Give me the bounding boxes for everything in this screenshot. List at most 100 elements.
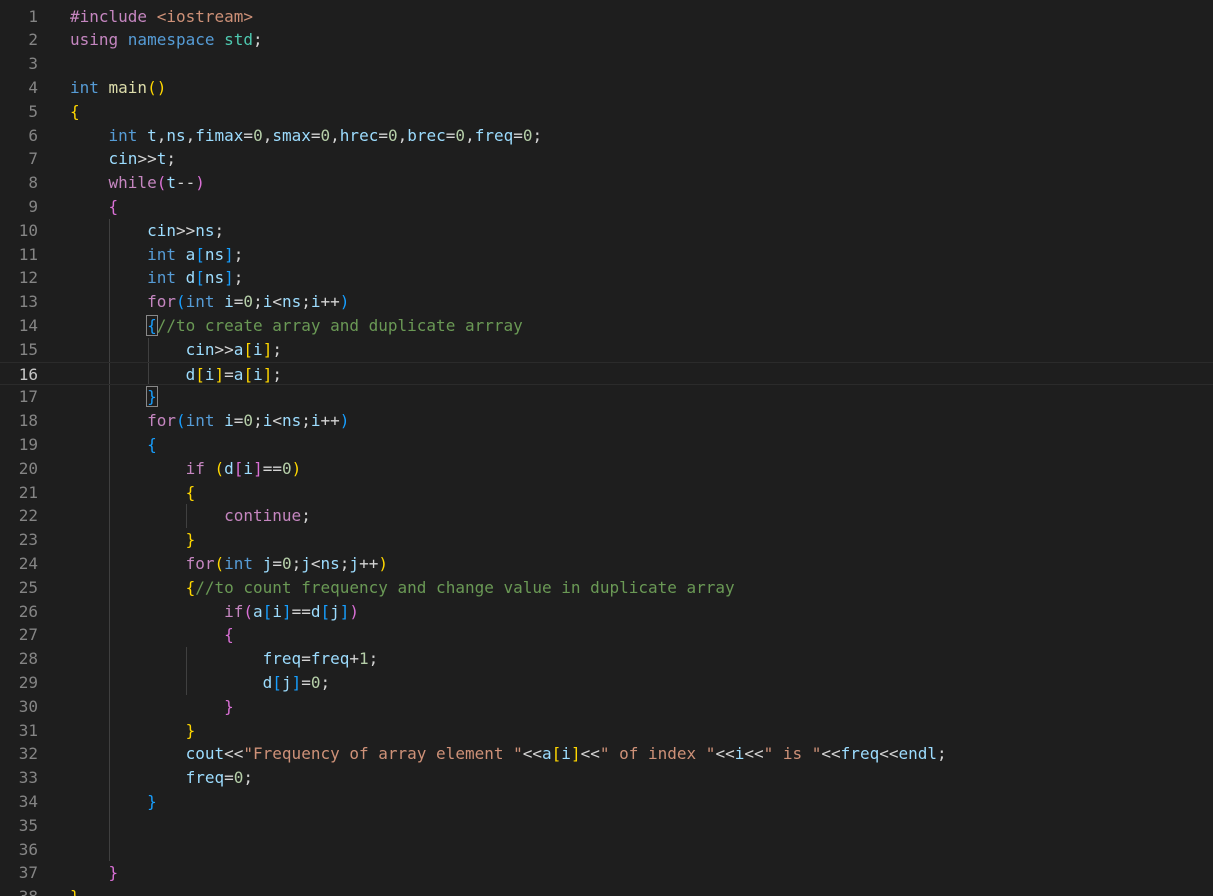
code-token: int bbox=[108, 125, 148, 145]
code-line[interactable]: 33 freq=0; bbox=[0, 766, 1213, 790]
line-code[interactable]: int d[ns]; bbox=[70, 266, 243, 290]
code-token: int bbox=[224, 553, 263, 573]
code-token: for bbox=[185, 553, 215, 573]
code-line[interactable]: 16 d[i]=a[i]; bbox=[0, 361, 1213, 387]
line-code[interactable]: } bbox=[70, 719, 196, 743]
code-line[interactable]: 15 cin>>a[i]; bbox=[0, 338, 1213, 362]
line-code[interactable]: int a[ns]; bbox=[70, 243, 243, 267]
code-token: ; bbox=[339, 553, 350, 573]
code-token: ) bbox=[195, 173, 205, 193]
line-code[interactable]: if (d[i]==0) bbox=[70, 457, 302, 481]
code-token: [ bbox=[262, 601, 273, 621]
line-code[interactable]: { bbox=[70, 433, 157, 457]
code-line[interactable]: 11 int a[ns]; bbox=[0, 243, 1213, 267]
line-code[interactable]: if(a[i]==d[j]) bbox=[70, 600, 359, 624]
line-code[interactable]: cout<<"Frequency of array element "<<a[i… bbox=[70, 742, 947, 766]
code-token: { bbox=[185, 482, 196, 502]
code-token: } bbox=[185, 720, 196, 740]
line-code[interactable]: while(t--) bbox=[70, 171, 205, 195]
code-line[interactable]: 4 int main() bbox=[0, 76, 1213, 100]
code-line[interactable]: 9 { bbox=[0, 195, 1213, 219]
code-token: << bbox=[744, 744, 764, 764]
line-code[interactable]: } bbox=[70, 861, 119, 885]
code-line[interactable]: 29 d[j]=0; bbox=[0, 671, 1213, 695]
line-code[interactable]: } bbox=[70, 885, 80, 896]
code-line[interactable]: 24 for(int j=0;j<ns;j++) bbox=[0, 552, 1213, 576]
line-code[interactable]: { bbox=[70, 100, 80, 124]
line-code[interactable]: } bbox=[70, 790, 157, 814]
code-line[interactable]: 36 bbox=[0, 838, 1213, 862]
line-code[interactable]: for(int j=0;j<ns;j++) bbox=[70, 552, 388, 576]
line-code[interactable]: { bbox=[70, 195, 119, 219]
line-code[interactable]: using namespace std; bbox=[70, 28, 263, 52]
code-line[interactable]: 23 } bbox=[0, 528, 1213, 552]
line-code[interactable]: cin>>ns; bbox=[70, 219, 224, 243]
code-token: ] bbox=[291, 672, 302, 692]
code-token: ) bbox=[339, 292, 350, 312]
line-code[interactable]: d[j]=0; bbox=[70, 671, 330, 695]
code-line[interactable]: 20 if (d[i]==0) bbox=[0, 457, 1213, 481]
code-line[interactable]: 30 } bbox=[0, 695, 1213, 719]
line-code[interactable]: freq=0; bbox=[70, 766, 253, 790]
code-line[interactable]: 18 for(int i=0;i<ns;i++) bbox=[0, 409, 1213, 433]
code-line[interactable]: 5{ bbox=[0, 100, 1213, 124]
line-code[interactable]: {//to count frequency and change value i… bbox=[70, 576, 735, 600]
code-line[interactable]: 14 {//to create array and duplicate arrr… bbox=[0, 314, 1213, 338]
code-line[interactable]: 38} bbox=[0, 885, 1213, 896]
code-line[interactable]: 1 #include <iostream> bbox=[0, 5, 1213, 29]
code-line[interactable]: 3 bbox=[0, 52, 1213, 76]
code-line[interactable]: 22 continue; bbox=[0, 504, 1213, 528]
code-line[interactable]: 32 cout<<"Frequency of array element "<<… bbox=[0, 742, 1213, 766]
code-line[interactable]: 27 { bbox=[0, 623, 1213, 647]
line-code[interactable]: } bbox=[70, 528, 196, 552]
line-code[interactable]: int main() bbox=[70, 76, 166, 100]
code-line[interactable]: 12 int d[ns]; bbox=[0, 266, 1213, 290]
line-code[interactable]: cin>>a[i]; bbox=[70, 338, 282, 362]
line-code[interactable]: cin>>t; bbox=[70, 147, 176, 171]
code-line[interactable]: 17 } bbox=[0, 385, 1213, 409]
line-code[interactable]: for(int i=0;i<ns;i++) bbox=[70, 290, 349, 314]
code-token: i bbox=[204, 364, 215, 384]
code-line[interactable]: 13 for(int i=0;i<ns;i++) bbox=[0, 290, 1213, 314]
line-code[interactable]: int t,ns,fimax=0,smax=0,hrec=0,brec=0,fr… bbox=[70, 124, 543, 148]
code-line[interactable]: 26 if(a[i]==d[j]) bbox=[0, 600, 1213, 624]
code-token: ; bbox=[253, 292, 263, 312]
line-code[interactable]: } bbox=[70, 695, 234, 719]
line-code[interactable]: { bbox=[70, 623, 234, 647]
code-line[interactable]: 10 cin>>ns; bbox=[0, 219, 1213, 243]
code-editor[interactable]: 1 #include <iostream> 2 using namespace std… bbox=[0, 0, 1213, 896]
code-token: using bbox=[70, 30, 128, 50]
line-code[interactable]: d[i]=a[i]; bbox=[70, 363, 282, 387]
code-line[interactable]: 19 { bbox=[0, 433, 1213, 457]
line-code[interactable]: freq=freq+1; bbox=[70, 647, 379, 671]
code-line[interactable]: 21 { bbox=[0, 481, 1213, 505]
code-line[interactable]: 2 using namespace std; bbox=[0, 28, 1213, 52]
line-code[interactable]: continue; bbox=[70, 504, 311, 528]
line-code[interactable]: #include <iostream> bbox=[70, 5, 253, 29]
code-line[interactable]: 35 bbox=[0, 814, 1213, 838]
code-line[interactable]: 25 {//to count frequency and change valu… bbox=[0, 576, 1213, 600]
code-line[interactable]: 31 } bbox=[0, 719, 1213, 743]
line-code[interactable]: for(int i=0;i<ns;i++) bbox=[70, 409, 349, 433]
line-code[interactable]: {//to create array and duplicate arrray bbox=[70, 314, 523, 338]
code-line[interactable]: 7 cin>>t; bbox=[0, 147, 1213, 171]
line-code[interactable]: } bbox=[70, 385, 158, 409]
code-line[interactable]: 34 } bbox=[0, 790, 1213, 814]
code-line[interactable]: 37 } bbox=[0, 861, 1213, 885]
line-number: 34 bbox=[18, 791, 38, 811]
line-code[interactable]: { bbox=[70, 481, 196, 505]
code-line[interactable]: 6 int t,ns,fimax=0,smax=0,hrec=0,brec=0,… bbox=[0, 124, 1213, 148]
code-token: i bbox=[272, 601, 282, 621]
code-token: ( bbox=[175, 411, 186, 431]
code-line[interactable]: 8 while(t--) bbox=[0, 171, 1213, 195]
code-token: ; bbox=[320, 672, 331, 692]
line-number: 22 bbox=[18, 506, 38, 526]
code-token: j bbox=[349, 553, 360, 573]
code-line[interactable]: 28 freq=freq+1; bbox=[0, 647, 1213, 671]
